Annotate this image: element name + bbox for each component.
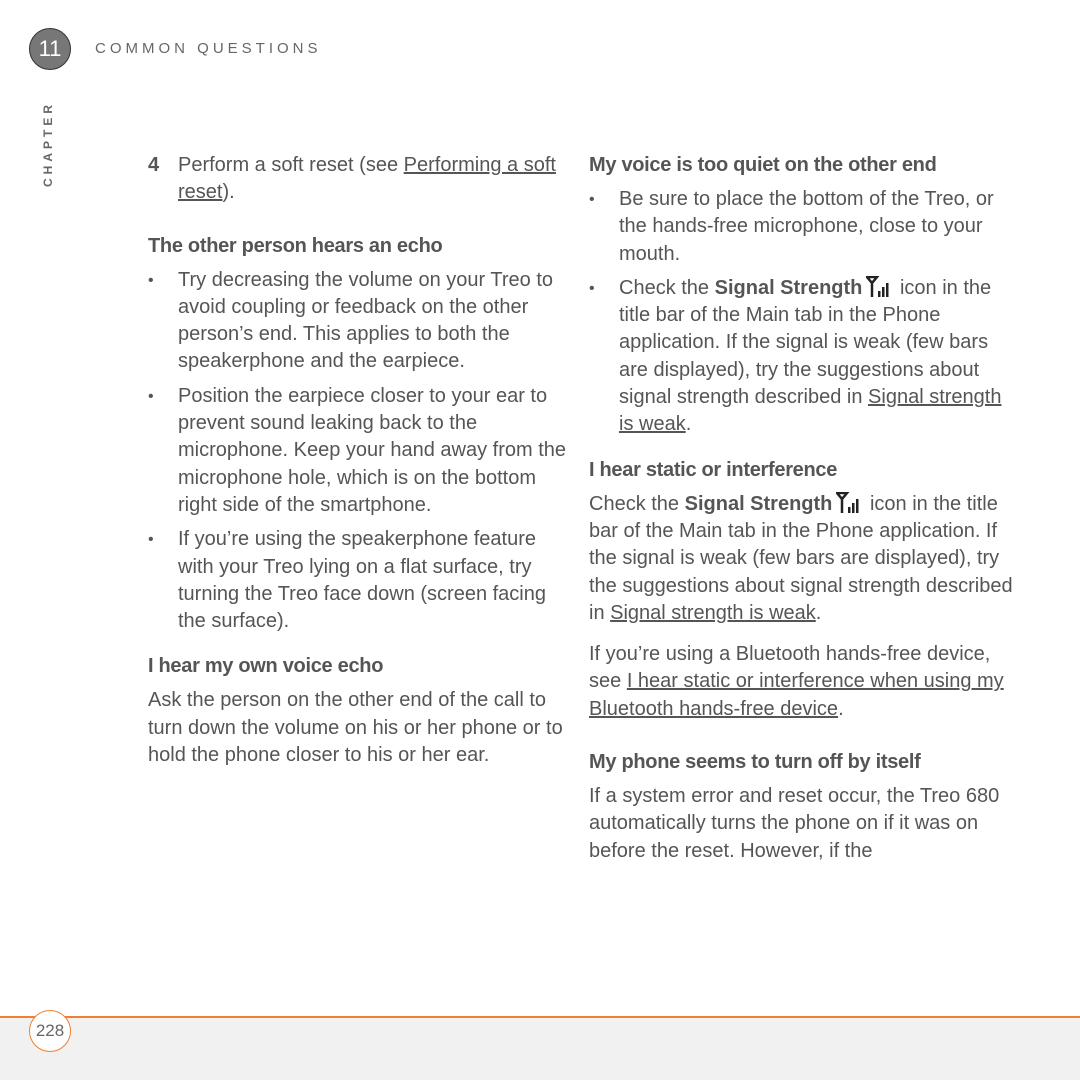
footer-bar: [0, 1018, 1080, 1080]
text: Check the: [589, 492, 685, 515]
page-number: 228: [35, 1021, 65, 1040]
heading-other-person-echo: The other person hears an echo: [148, 234, 443, 257]
static-para-1: Check the Signal Strength icon in the ti…: [589, 491, 1019, 627]
text: .: [815, 601, 822, 624]
own-voice-echo-body: Ask the person on the other end of the c…: [148, 689, 563, 767]
text: Check the: [619, 276, 715, 299]
left-column: 4 Perform a soft reset (see Performing a…: [148, 152, 568, 783]
chapter-label-text: CHAPTER: [41, 100, 55, 188]
signal-strength-icon: [866, 275, 889, 297]
list-item: Try decreasing the volume on your Treo t…: [148, 267, 568, 376]
quiet-bullet-list: Be sure to place the bottom of the Treo,…: [589, 186, 1019, 439]
text: .: [685, 413, 692, 436]
heading-phone-turns-off: My phone seems to turn off by itself: [589, 751, 921, 774]
chapter-number-badge: 11: [29, 28, 71, 70]
heading-static-interference: I hear static or interference: [589, 458, 838, 481]
static-para-2: If you’re using a Bluetooth hands-free d…: [589, 641, 1019, 723]
heading-voice-too-quiet: My voice is too quiet on the other end: [589, 154, 937, 176]
link-signal-strength-weak[interactable]: Signal strength is weak: [610, 602, 816, 624]
step-text: Perform a soft reset (see: [178, 154, 404, 176]
signal-strength-icon: [836, 491, 859, 513]
phone-turns-off-body: If a system error and reset occur, the T…: [589, 785, 1000, 862]
chapter-title: COMMON QUESTIONS: [95, 40, 322, 57]
step-item: 4 Perform a soft reset (see Performing a…: [148, 152, 568, 207]
chapter-label: CHAPTER: [38, 94, 58, 194]
signal-strength-label: Signal Strength: [684, 492, 833, 515]
list-item: Be sure to place the bottom of the Treo,…: [589, 186, 1019, 268]
text: .: [838, 697, 844, 720]
right-column: My voice is too quiet on the other end B…: [589, 152, 1019, 879]
step-number: 4: [148, 154, 160, 176]
list-item: Position the earpiece closer to your ear…: [148, 383, 568, 519]
echo-bullet-list: Try decreasing the volume on your Treo t…: [148, 267, 568, 636]
step-text-end: ).: [222, 181, 235, 204]
heading-own-voice-echo: I hear my own voice echo: [148, 655, 384, 678]
link-bluetooth-static[interactable]: I hear static or interference when using…: [589, 670, 1004, 719]
list-item: Check the Signal Strength icon in the ti…: [589, 275, 1019, 439]
list-item: If you’re using the speakerphone feature…: [148, 526, 568, 635]
signal-strength-label: Signal Strength: [714, 276, 863, 299]
chapter-number: 11: [38, 36, 62, 61]
page-number-badge: 228: [29, 1010, 71, 1052]
